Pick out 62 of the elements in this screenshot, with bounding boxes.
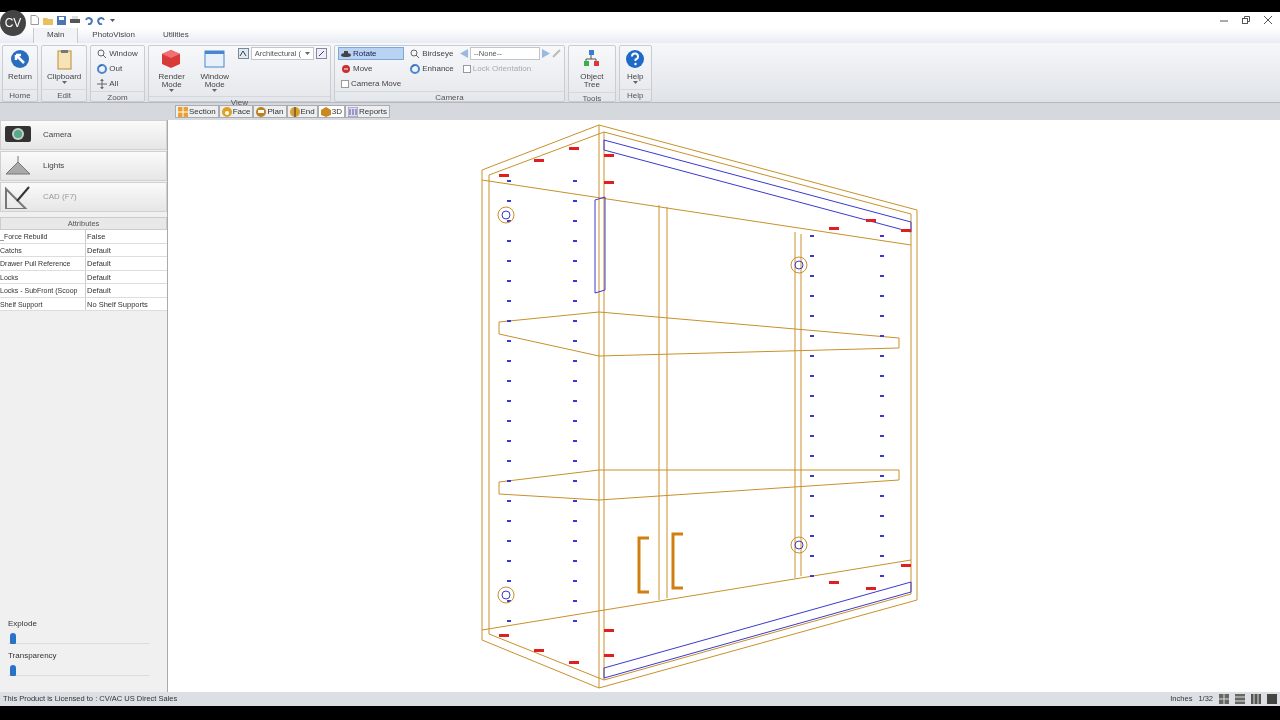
view-tab[interactable]: Face	[218, 105, 254, 118]
lamp-icon	[3, 154, 33, 178]
ribbon-button[interactable]: Enhance	[407, 62, 457, 75]
box-icon	[320, 106, 331, 117]
ribbon-button[interactable]: Move	[338, 62, 405, 75]
side-button[interactable]: Camera	[0, 120, 167, 150]
caret-icon[interactable]	[110, 17, 115, 23]
section-icon	[178, 106, 188, 117]
car-icon	[341, 48, 351, 59]
redo-icon[interactable]	[97, 15, 106, 25]
new-file-icon[interactable]	[30, 15, 39, 25]
caret-icon	[305, 51, 310, 56]
slider-label: Explode	[8, 618, 38, 630]
save-icon[interactable]	[57, 15, 66, 25]
slider-thumb[interactable]	[10, 633, 16, 644]
face-icon	[221, 106, 232, 117]
ribbon-button[interactable]: Window	[94, 47, 141, 60]
view-tab[interactable]: End	[286, 105, 318, 118]
ribbon-tab[interactable]: PhotoVision	[78, 26, 149, 43]
zoom-icon	[97, 48, 108, 59]
view-tab[interactable]: Section	[175, 105, 219, 118]
move-icon	[97, 78, 108, 89]
view-icon[interactable]	[237, 48, 249, 59]
grid-icon[interactable]	[1235, 694, 1245, 704]
ribbon-button[interactable]: Return	[6, 47, 34, 88]
view-tab[interactable]: Reports	[344, 105, 390, 118]
undo-icon[interactable]	[84, 15, 93, 25]
slider-label: Transparency	[8, 650, 58, 662]
grid-icon[interactable]	[1219, 694, 1229, 704]
ribbon-button[interactable]: Window Mode	[194, 47, 235, 95]
end-icon	[289, 106, 300, 117]
side-button[interactable]: Lights	[0, 151, 167, 181]
ribbon-button[interactable]: Help	[622, 47, 648, 88]
ribbon-button[interactable]: Clipboard	[45, 47, 84, 88]
ribbon-button[interactable]: All	[94, 77, 141, 90]
view-tab[interactable]: Plan	[253, 105, 287, 118]
ribbon-button[interactable]: Rotate	[338, 47, 405, 60]
report-icon	[347, 106, 358, 117]
group-label: Help	[619, 89, 651, 101]
forward-arrow-icon[interactable]	[541, 49, 550, 58]
checkbox[interactable]: Camera Move	[338, 77, 405, 90]
grid-icon[interactable]	[1251, 694, 1261, 704]
zoom-icon	[410, 48, 421, 59]
ribbon-button[interactable]: Object Tree	[571, 47, 612, 91]
set-square-icon	[3, 185, 33, 209]
ribbon-button[interactable]: Out	[94, 62, 141, 75]
ribbon-button[interactable]: Birdseye	[407, 47, 457, 60]
print-icon[interactable]	[70, 15, 80, 25]
close-icon[interactable]	[1264, 16, 1272, 24]
view-tab[interactable]: 3D	[317, 105, 345, 118]
slider-thumb[interactable]	[10, 665, 16, 676]
ribbon-button[interactable]: Render Mode	[151, 47, 192, 95]
cabinet-drawing[interactable]	[481, 124, 918, 689]
plan-icon	[256, 106, 267, 117]
group-label: Edit	[42, 89, 87, 101]
restore-icon[interactable]	[1242, 16, 1250, 24]
cube-icon	[161, 49, 183, 70]
group-label: Home	[3, 89, 37, 101]
window-icon	[204, 49, 226, 70]
back-arrow-icon[interactable]	[459, 49, 468, 58]
ribbon-tab[interactable]: Utilities	[148, 26, 203, 43]
help-icon	[624, 49, 646, 70]
